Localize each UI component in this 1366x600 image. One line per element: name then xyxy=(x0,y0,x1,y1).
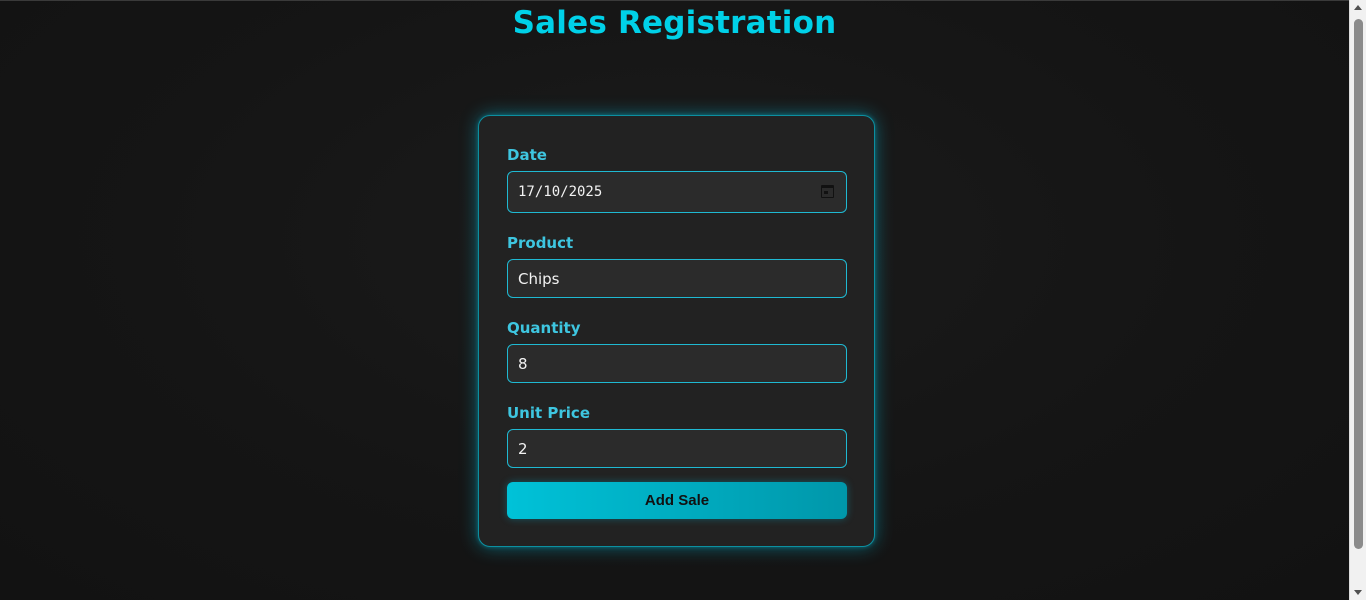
calendar-icon[interactable] xyxy=(821,185,834,198)
sales-form-card: Date 17/10/2025 Product Chips Quantity 8… xyxy=(478,115,875,547)
scroll-down-icon[interactable] xyxy=(1354,590,1362,595)
quantity-input[interactable]: 8 xyxy=(507,344,847,383)
quantity-value: 8 xyxy=(518,354,528,373)
unit-price-value: 2 xyxy=(518,439,528,458)
product-value: Chips xyxy=(518,269,560,288)
add-sale-button[interactable]: Add Sale xyxy=(507,482,847,519)
date-input[interactable]: 17/10/2025 xyxy=(507,171,847,213)
date-label: Date xyxy=(507,146,547,164)
product-input[interactable]: Chips xyxy=(507,259,847,298)
product-label: Product xyxy=(507,234,574,252)
unit-price-label: Unit Price xyxy=(507,404,590,422)
date-value: 17/10/2025 xyxy=(518,184,603,200)
vertical-scrollbar[interactable] xyxy=(1349,0,1366,600)
quantity-label: Quantity xyxy=(507,319,581,337)
page: Sales Registration Date 17/10/2025 Produ… xyxy=(0,0,1349,600)
scroll-up-icon[interactable] xyxy=(1354,5,1362,10)
unit-price-input[interactable]: 2 xyxy=(507,429,847,468)
scroll-thumb[interactable] xyxy=(1354,19,1363,549)
page-title: Sales Registration xyxy=(512,5,837,41)
